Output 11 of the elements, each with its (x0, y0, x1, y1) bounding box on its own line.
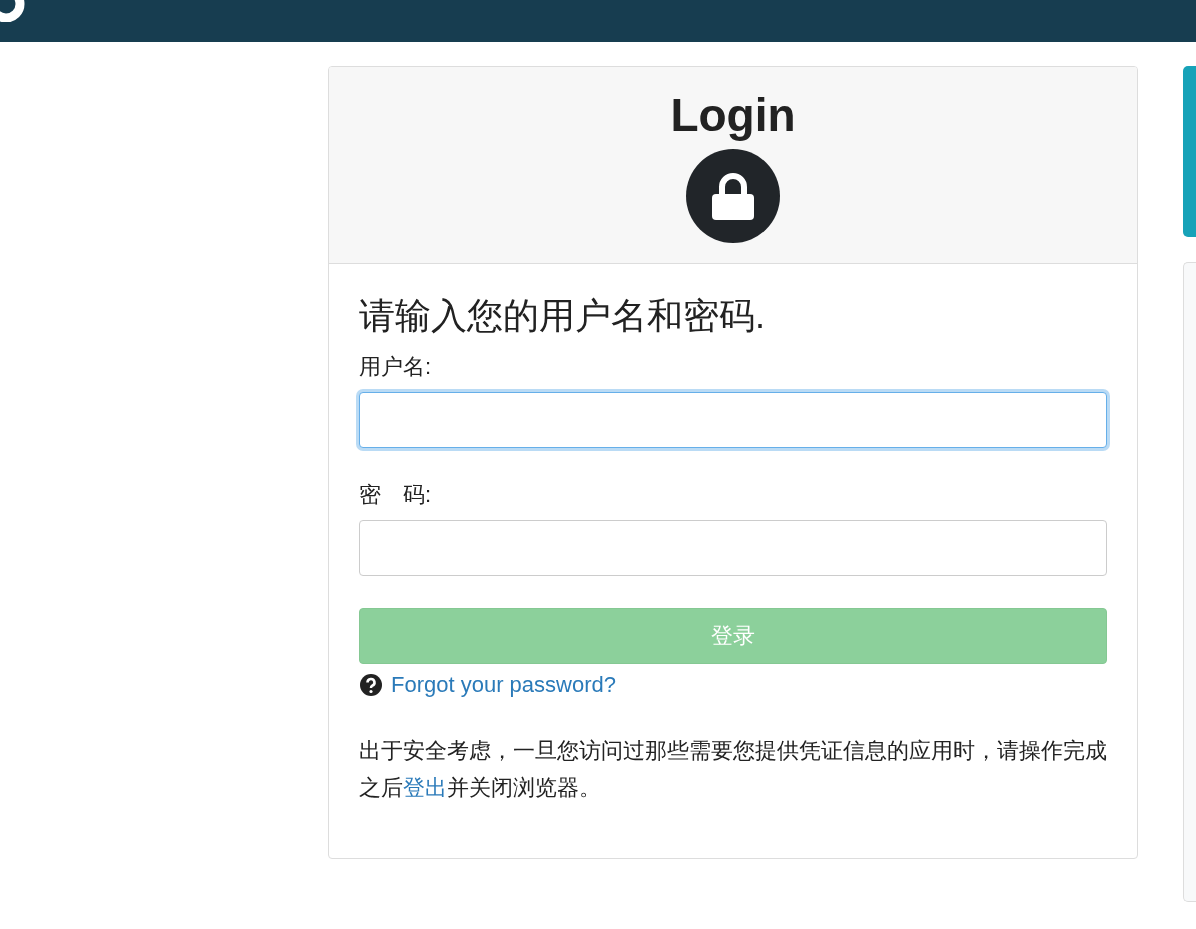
field-label: 用户名: (359, 353, 433, 381)
input-field[interactable] (359, 520, 1107, 576)
form-heading: 请输入您的用户名和密码. (359, 294, 766, 338)
logout-link[interactable]: 登出 (403, 775, 447, 800)
security-notice: 出于安全考虑，一旦您访问过那些需要您提供凭证信息的应用时，请操作完成之后登出并关闭浏览器。 (359, 737, 1107, 802)
forgot-password-link[interactable]: Forgot your password? (391, 672, 616, 698)
lock-icon (686, 149, 780, 243)
login-title: Login (670, 89, 796, 141)
help-icon (359, 673, 383, 697)
input-field[interactable] (359, 392, 1107, 448)
field-label: 密 码: (359, 481, 433, 509)
